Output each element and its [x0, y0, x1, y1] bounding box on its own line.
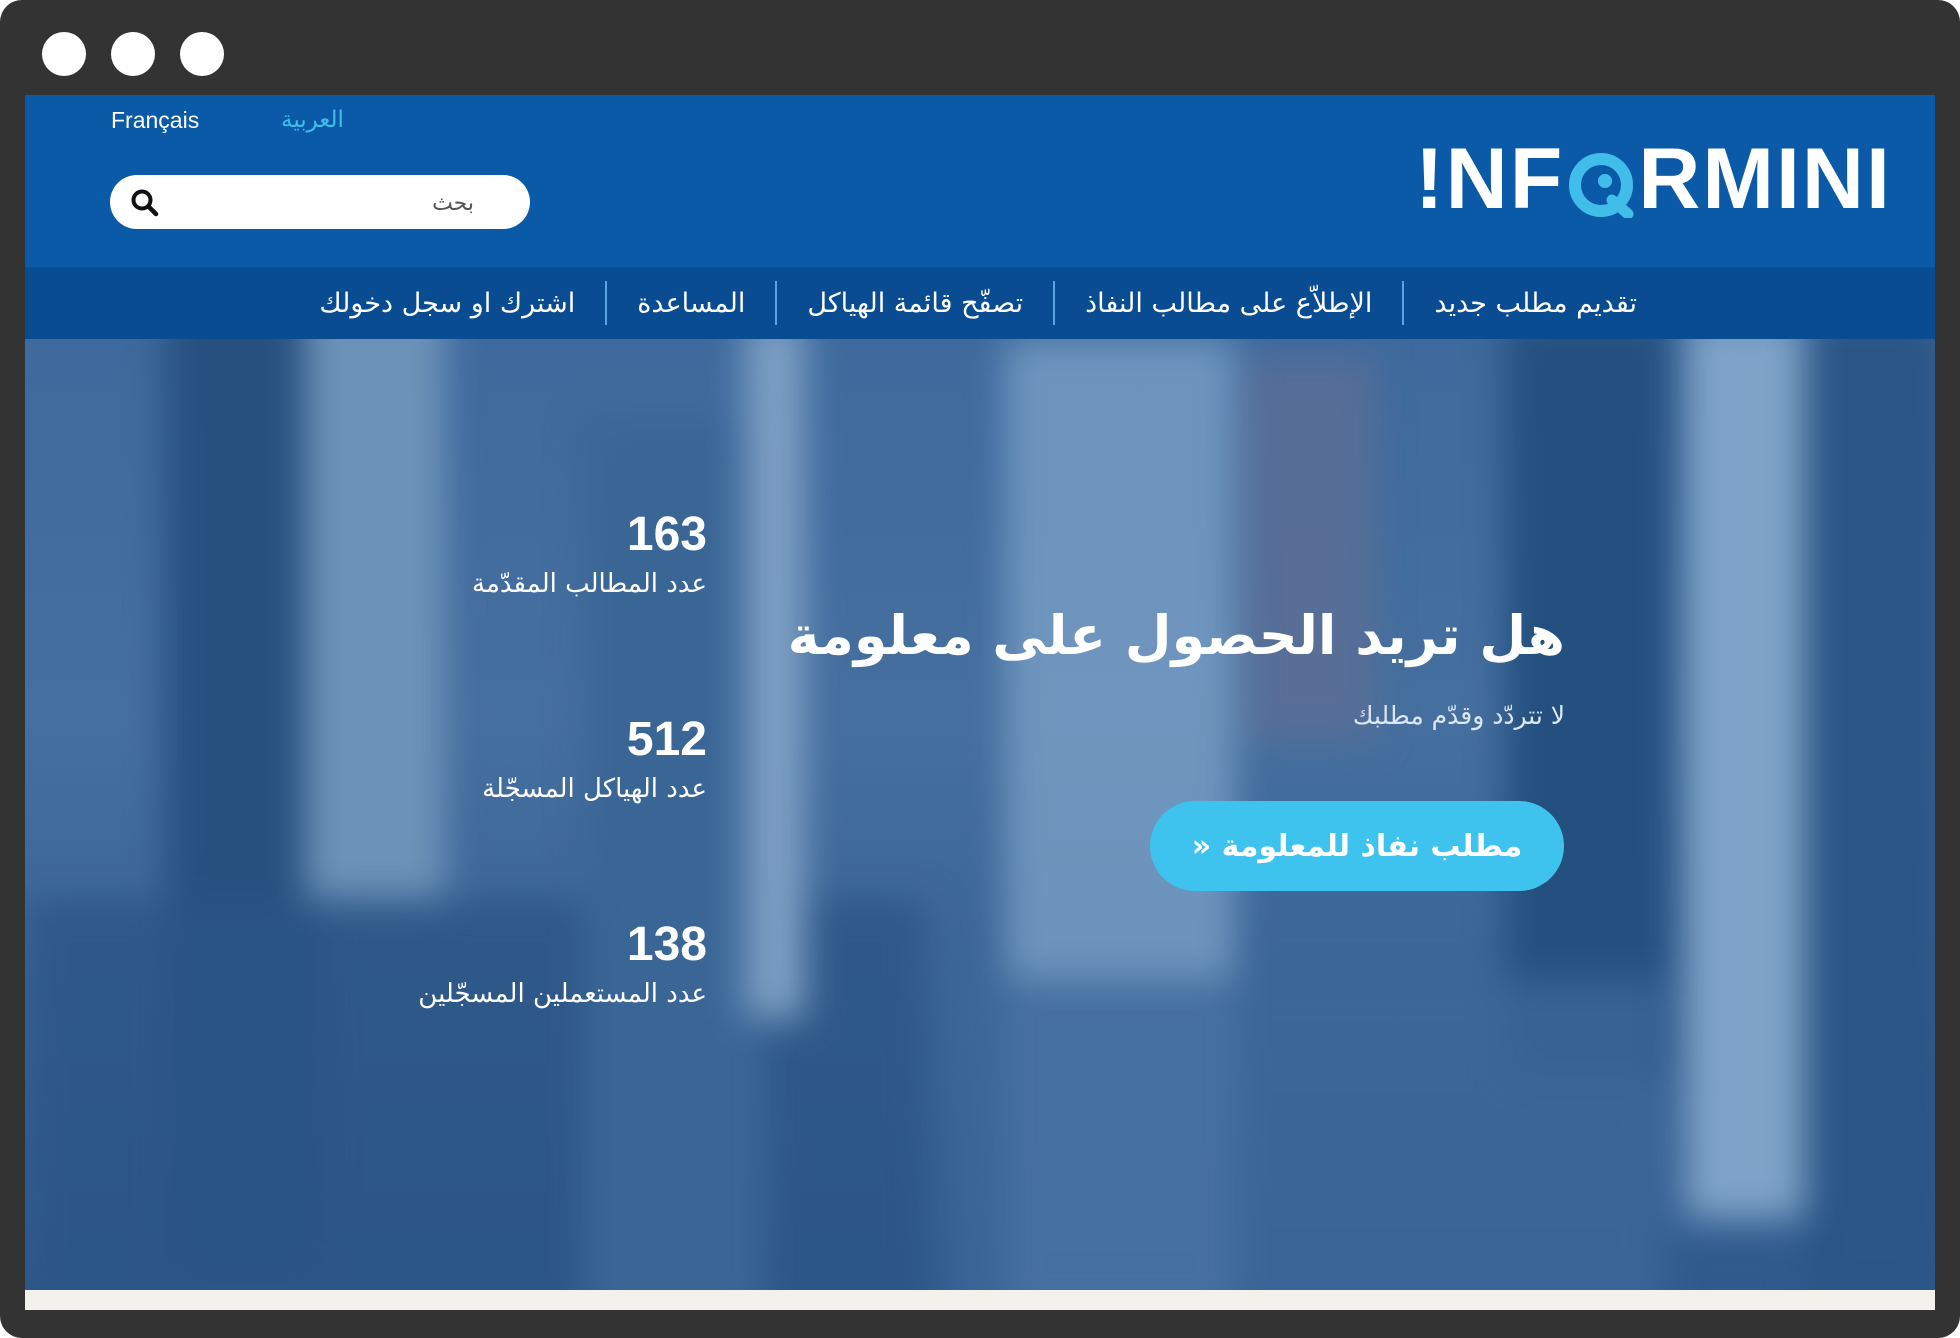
- site-header: Français العربية !NF RMINI: [25, 95, 1935, 267]
- page-viewport: Français العربية !NF RMINI: [25, 95, 1935, 1310]
- logo-eye-icon: [1568, 146, 1634, 220]
- window-controls: [42, 32, 224, 76]
- stat-structures: 512 عدد الهياكل المسجّلة: [482, 713, 707, 805]
- nav-item-new-request[interactable]: تقديم مطلب جديد: [1404, 288, 1667, 319]
- stat-value: 138: [626, 918, 707, 971]
- nav-item-browse-structures[interactable]: تصفّح قائمة الهياكل: [777, 288, 1053, 319]
- logo-text-end: RMINI: [1638, 131, 1892, 227]
- search-box: [110, 175, 530, 229]
- hero-subline: لا تتردّد وقدّم مطلبك: [1352, 701, 1565, 730]
- window-control-dot[interactable]: [42, 32, 86, 76]
- search-input[interactable]: [172, 183, 476, 223]
- nav-item-view-requests[interactable]: الإطلاّع على مطالب النفاذ: [1055, 288, 1402, 319]
- stat-label: عدد الهياكل المسجّلة: [482, 774, 707, 804]
- site-logo[interactable]: !NF RMINI: [1415, 131, 1892, 227]
- hero-headline: هل تريد الحصول على معلومة: [787, 604, 1565, 667]
- stat-requests: 163 عدد المطالب المقدّمة: [472, 508, 707, 600]
- page-footer-strip: [25, 1290, 1935, 1310]
- search-icon[interactable]: [130, 188, 160, 218]
- nav-item-signup-login[interactable]: اشترك او سجل دخولك: [289, 288, 605, 319]
- stat-value: 163: [626, 508, 707, 561]
- stat-label: عدد المستعملين المسجّلين: [418, 979, 707, 1009]
- stat-label: عدد المطالب المقدّمة: [472, 569, 707, 599]
- language-link-arabic[interactable]: العربية: [281, 107, 344, 133]
- language-link-french[interactable]: Français: [111, 107, 199, 134]
- hero-section: هل تريد الحصول على معلومة لا تتردّد وقدّ…: [25, 339, 1935, 1290]
- browser-frame: Français العربية !NF RMINI: [0, 0, 1960, 1338]
- hero-background-image: [25, 339, 1935, 1290]
- logo-text-start: !NF: [1415, 131, 1565, 227]
- stat-value: 512: [626, 713, 707, 766]
- window-control-dot[interactable]: [180, 32, 224, 76]
- main-nav: تقديم مطلب جديد الإطلاّع على مطالب النفا…: [25, 267, 1935, 339]
- stat-users: 138 عدد المستعملين المسجّلين: [418, 918, 707, 1010]
- window-control-dot[interactable]: [111, 32, 155, 76]
- nav-item-help[interactable]: المساعدة: [607, 288, 775, 319]
- access-request-button[interactable]: مطلب نفاذ للمعلومة «: [1150, 801, 1564, 891]
